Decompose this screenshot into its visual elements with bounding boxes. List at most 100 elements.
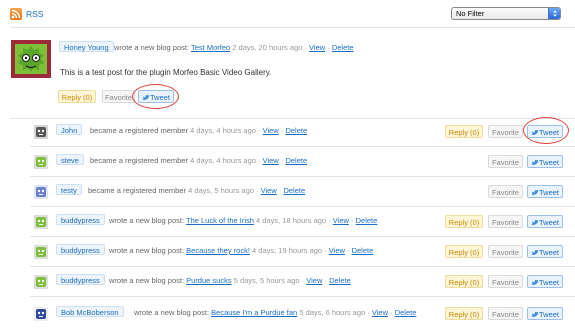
activity-user-link[interactable]: John xyxy=(56,124,83,135)
divider xyxy=(30,146,575,147)
delete-link[interactable]: Delete xyxy=(332,43,354,52)
tweet-button[interactable]: Tweet xyxy=(527,275,563,288)
activity-user-link[interactable]: testy xyxy=(56,184,82,195)
reply-button[interactable]: Reply (0) xyxy=(58,90,96,103)
activity-action-text: wrote a new blog post: xyxy=(134,308,210,317)
avatar[interactable] xyxy=(34,215,48,229)
avatar[interactable] xyxy=(34,155,48,169)
divider xyxy=(30,266,575,267)
favorite-button[interactable]: Favorite xyxy=(488,307,523,320)
delete-link[interactable]: Delete xyxy=(285,126,307,135)
activity-user-link[interactable]: buddypress xyxy=(56,274,105,285)
activity-time: 4 days, 4 hours ago xyxy=(190,156,256,165)
delete-link[interactable]: Delete xyxy=(352,246,374,255)
tweet-label: Tweet xyxy=(538,218,559,227)
twitter-bird-icon xyxy=(530,160,538,166)
delete-link[interactable]: Delete xyxy=(283,186,305,195)
delete-link[interactable]: Delete xyxy=(395,308,417,317)
activity-action-text: wrote a new blog post: xyxy=(109,216,185,225)
view-link[interactable]: View xyxy=(372,308,388,317)
view-link[interactable]: View xyxy=(263,126,279,135)
favorite-button[interactable]: Favorite xyxy=(102,90,135,103)
activity-user-link[interactable]: steve xyxy=(56,154,84,165)
activity-time: 4 days, 4 hours ago xyxy=(190,126,256,135)
activity-filter-select[interactable]: No Filter xyxy=(451,7,561,20)
filter-selected-value: No Filter xyxy=(456,9,485,18)
twitter-bird-icon xyxy=(530,250,538,256)
activity-time: 4 days, 5 hours ago xyxy=(188,186,254,195)
view-link[interactable]: View xyxy=(263,156,279,165)
activity-user-link[interactable]: Honey Young xyxy=(59,41,114,52)
tweet-label: Tweet xyxy=(538,248,559,257)
twitter-bird-icon xyxy=(530,190,538,196)
activity-action: wrote a new blog post: Purdue sucks 5 da… xyxy=(109,276,351,285)
favorite-button[interactable]: Favorite xyxy=(488,125,523,138)
rss-feed-icon[interactable] xyxy=(10,8,22,20)
post-excerpt: This is a test post for the plugin Morfe… xyxy=(60,68,272,77)
tweet-label: Tweet xyxy=(538,158,559,167)
reply-button[interactable]: Reply (0) xyxy=(445,307,483,320)
activity-action-text: became a registered member xyxy=(90,156,188,165)
avatar[interactable] xyxy=(34,125,48,139)
activity-action: became a registered member 4 days, 4 hou… xyxy=(90,126,308,135)
reply-button[interactable]: Reply (0) xyxy=(445,275,483,288)
select-arrows-icon xyxy=(548,8,560,19)
delete-link[interactable]: Delete xyxy=(329,276,351,285)
activity-toolbar: RSS No Filter xyxy=(0,0,575,27)
activity-time: 4 days, 18 hours ago xyxy=(256,216,327,225)
view-link[interactable]: View xyxy=(261,186,277,195)
avatar[interactable] xyxy=(34,185,48,199)
post-link[interactable]: Test Morfeo xyxy=(191,43,230,52)
post-link[interactable]: Because they rock! xyxy=(186,246,250,255)
favorite-button[interactable]: Favorite xyxy=(488,185,523,198)
activity-time: 5 days, 5 hours ago xyxy=(233,276,300,285)
divider xyxy=(10,27,575,28)
view-link[interactable]: View xyxy=(329,246,345,255)
tweet-button[interactable]: Tweet xyxy=(527,307,563,320)
tweet-button[interactable]: Tweet xyxy=(527,185,563,198)
post-link[interactable]: Purdue sucks xyxy=(186,276,231,285)
view-link[interactable]: View xyxy=(333,216,349,225)
activity-action: wrote a new blog post: Test Morfeo 2 day… xyxy=(114,43,354,52)
favorite-button[interactable]: Favorite xyxy=(488,155,523,168)
activity-user-link[interactable]: buddypress xyxy=(56,244,105,255)
activity-user-link[interactable]: Bob McBoberson xyxy=(56,306,124,317)
delete-link[interactable]: Delete xyxy=(285,156,307,165)
avatar[interactable] xyxy=(11,40,51,78)
avatar[interactable] xyxy=(34,307,48,321)
rss-link[interactable]: RSS xyxy=(26,9,43,19)
activity-action-text: wrote a new blog post: xyxy=(109,246,185,255)
delete-link[interactable]: Delete xyxy=(356,216,378,225)
reply-button[interactable]: Reply (0) xyxy=(445,245,483,258)
favorite-button[interactable]: Favorite xyxy=(488,275,523,288)
tweet-label: Tweet xyxy=(538,188,559,197)
activity-time: 5 days, 6 hours ago xyxy=(299,308,366,317)
post-link[interactable]: Because I'm a Purdue fan xyxy=(211,308,297,317)
activity-action: wrote a new blog post: Because they rock… xyxy=(109,246,374,255)
favorite-button[interactable]: Favorite xyxy=(488,245,523,258)
post-link[interactable]: The Luck of the Irish xyxy=(186,216,254,225)
view-link[interactable]: View xyxy=(306,276,322,285)
avatar[interactable] xyxy=(34,245,48,259)
view-link[interactable]: View xyxy=(309,43,325,52)
activity-action: became a registered member 4 days, 4 hou… xyxy=(90,156,308,165)
avatar[interactable] xyxy=(34,275,48,289)
twitter-bird-icon xyxy=(530,312,538,318)
activity-action-text: became a registered member xyxy=(90,126,188,135)
divider xyxy=(30,296,575,297)
favorite-button[interactable]: Favorite xyxy=(488,215,523,228)
highlight-circle xyxy=(523,117,569,144)
activity-time: 2 days, 20 hours ago xyxy=(232,43,303,52)
tweet-label: Tweet xyxy=(538,278,559,287)
tweet-button[interactable]: Tweet xyxy=(527,215,563,228)
tweet-label: Tweet xyxy=(538,310,559,319)
activity-action-text: wrote a new blog post: xyxy=(109,276,185,285)
twitter-bird-icon xyxy=(530,280,538,286)
reply-button[interactable]: Reply (0) xyxy=(445,125,483,138)
activity-user-link[interactable]: buddypress xyxy=(56,214,105,225)
activity-action: wrote a new blog post: The Luck of the I… xyxy=(109,216,378,225)
divider xyxy=(30,176,575,177)
reply-button[interactable]: Reply (0) xyxy=(445,215,483,228)
tweet-button[interactable]: Tweet xyxy=(527,245,563,258)
tweet-button[interactable]: Tweet xyxy=(527,155,563,168)
